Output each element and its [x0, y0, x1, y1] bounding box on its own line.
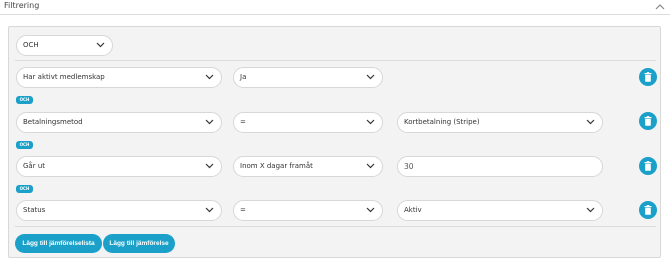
filter-section-header[interactable]: Filtrering — [0, 0, 670, 15]
section-title: Filtrering — [4, 1, 40, 10]
chevron-down-icon — [366, 74, 375, 80]
filter-panel: OCH Har aktivt medlemskap Ja OCH Betalni… — [8, 26, 661, 258]
delete-row-button-4[interactable] — [639, 201, 657, 219]
chevron-down-icon — [366, 207, 375, 213]
add-comparison-button[interactable]: Lägg till jämförelse — [103, 234, 175, 253]
value-input-3[interactable]: 30 — [397, 156, 603, 177]
operator-select-2[interactable]: = — [233, 112, 383, 133]
operator-select-3[interactable]: Inom X dagar framåt — [233, 156, 383, 177]
chevron-down-icon — [205, 119, 214, 125]
field-select-value: Betalningsmetod — [23, 118, 83, 126]
operator-select-4[interactable]: = — [233, 200, 383, 221]
add-comparison-list-button[interactable]: Lägg till jämförelselista — [15, 234, 102, 253]
field-select-1[interactable]: Har aktivt medlemskap — [16, 67, 222, 88]
trash-icon — [644, 205, 652, 215]
trash-icon — [644, 116, 652, 126]
field-select-4[interactable]: Status — [16, 200, 222, 221]
chevron-down-icon — [366, 119, 375, 125]
chevron-down-icon — [586, 119, 595, 125]
divider — [15, 226, 656, 227]
delete-row-button-1[interactable] — [639, 68, 657, 86]
value-input-text: 30 — [404, 162, 414, 171]
logic-operator-value: OCH — [23, 41, 39, 49]
trash-icon — [644, 161, 652, 171]
chevron-down-icon — [96, 42, 105, 48]
delete-row-button-3[interactable] — [639, 157, 657, 175]
value-select-value: Aktiv — [404, 206, 422, 214]
chevron-down-icon — [586, 207, 595, 213]
value-select-value: Kortbetalning (Stripe) — [404, 118, 480, 126]
trash-icon — [644, 72, 652, 82]
and-connector-badge: OCH — [16, 185, 33, 193]
delete-row-button-2[interactable] — [639, 112, 657, 130]
divider — [15, 60, 656, 61]
value-select-2[interactable]: Kortbetalning (Stripe) — [397, 112, 603, 133]
operator-select-value: Inom X dagar framåt — [240, 162, 313, 170]
value-select-4[interactable]: Aktiv — [397, 200, 603, 221]
chevron-down-icon — [205, 74, 214, 80]
field-select-value: Status — [23, 206, 46, 214]
logic-operator-select[interactable]: OCH — [16, 35, 113, 56]
and-connector-badge: OCH — [16, 96, 33, 104]
operator-select-1[interactable]: Ja — [233, 67, 383, 88]
field-select-2[interactable]: Betalningsmetod — [16, 112, 222, 133]
chevron-down-icon — [205, 207, 214, 213]
field-select-3[interactable]: Går ut — [16, 156, 222, 177]
and-connector-badge: OCH — [16, 141, 33, 149]
field-select-value: Går ut — [23, 162, 45, 170]
chevron-down-icon — [366, 163, 375, 169]
operator-select-value: = — [240, 206, 246, 214]
chevron-up-icon[interactable] — [654, 2, 666, 12]
field-select-value: Har aktivt medlemskap — [23, 73, 105, 81]
chevron-down-icon — [205, 163, 214, 169]
operator-select-value: = — [240, 118, 246, 126]
operator-select-value: Ja — [240, 73, 247, 81]
